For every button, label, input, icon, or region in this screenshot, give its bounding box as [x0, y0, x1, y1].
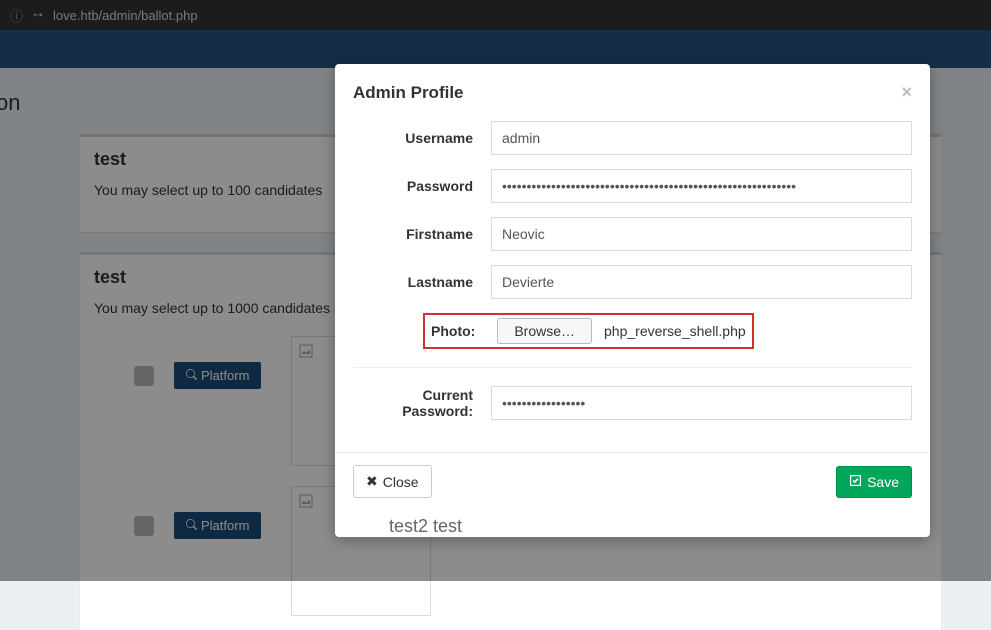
- save-button[interactable]: Save: [836, 466, 912, 498]
- username-input[interactable]: [491, 121, 912, 155]
- close-label: Close: [383, 474, 419, 490]
- current-password-label: Current Password:: [353, 387, 491, 419]
- browse-button[interactable]: Browse…: [497, 318, 592, 344]
- close-icon[interactable]: ×: [901, 82, 912, 103]
- divider: [353, 367, 912, 368]
- photo-upload-highlight: Photo: Browse… php_reverse_shell.php: [423, 313, 754, 349]
- check-icon: [849, 474, 862, 490]
- close-button[interactable]: ✖ Close: [353, 465, 432, 498]
- close-x-icon: ✖: [366, 473, 378, 490]
- firstname-label: Firstname: [353, 226, 491, 242]
- current-password-input[interactable]: [491, 386, 912, 420]
- behind-row-text: test2 test: [335, 510, 930, 537]
- password-label: Password: [353, 178, 491, 194]
- lastname-label: Lastname: [353, 274, 491, 290]
- lastname-input[interactable]: [491, 265, 912, 299]
- admin-profile-modal: Admin Profile × Username Password Firstn…: [335, 64, 930, 537]
- modal-title: Admin Profile: [353, 83, 464, 103]
- password-input[interactable]: [491, 169, 912, 203]
- selected-file-name: php_reverse_shell.php: [592, 323, 746, 339]
- firstname-input[interactable]: [491, 217, 912, 251]
- save-label: Save: [867, 474, 899, 490]
- photo-label: Photo:: [427, 323, 497, 339]
- username-label: Username: [353, 130, 491, 146]
